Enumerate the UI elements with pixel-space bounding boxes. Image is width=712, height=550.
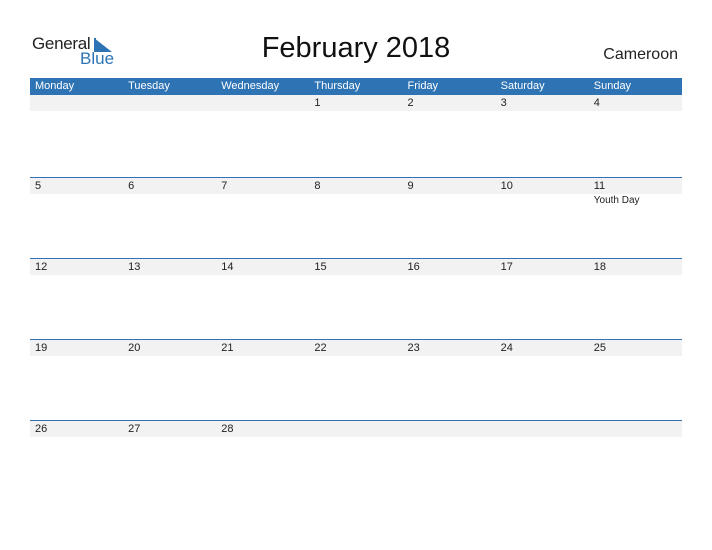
day-number: 7 [221,180,228,192]
event-row [30,111,682,112]
day-number: 15 [314,261,327,273]
holiday-label [309,275,402,276]
country-label: Cameroon [603,46,678,63]
holiday-label [30,111,123,112]
event-row [30,275,682,276]
holiday-label [589,275,682,276]
holiday-label [496,356,589,357]
holiday-label [30,437,123,438]
holiday-label [403,437,496,438]
day-number [309,421,402,437]
holiday-label [403,275,496,276]
holiday-label [309,437,402,438]
day-number: 22 [314,342,327,354]
day-number: 9 [407,180,414,192]
holiday-label [403,356,496,357]
day-number: 19 [35,342,48,354]
day-number: 17 [500,261,513,273]
holiday-label [216,194,309,207]
day-number: 28 [221,423,234,435]
day-number: 18 [593,261,606,273]
day-number [403,421,496,437]
weekday-friday: Friday [407,80,439,92]
holiday-label [123,275,216,276]
calendar-grid: Monday Tuesday Wednesday Thursday Friday… [30,78,682,501]
day-number-row: 5 6 7 8 9 10 11 [30,178,682,194]
holiday-label [30,194,123,207]
day-number: 5 [35,180,42,192]
holiday-label [123,194,216,207]
holiday-label [496,275,589,276]
day-number: 2 [407,97,414,109]
day-number: 10 [500,180,513,192]
day-number: 24 [500,342,513,354]
holiday-label [496,111,589,112]
day-number-row: 12 13 14 15 16 17 18 [30,259,682,275]
holiday-label [309,356,402,357]
weekday-saturday: Saturday [500,80,545,92]
holiday-label [30,275,123,276]
day-number: 26 [35,423,48,435]
day-number [216,95,309,111]
holiday-label [403,111,496,112]
holiday-label [123,437,216,438]
day-number [123,95,216,111]
holiday-label [309,111,402,112]
week-row: 1 2 3 4 [30,95,682,177]
holiday-label [30,356,123,357]
holiday-label [123,111,216,112]
day-number: 8 [314,180,321,192]
weekday-sunday: Sunday [593,80,632,92]
day-number: 6 [128,180,135,192]
day-number: 27 [128,423,141,435]
event-row [30,437,682,438]
holiday-label [123,356,216,357]
day-number: 12 [35,261,48,273]
holiday-label [589,356,682,357]
day-number-row: 19 20 21 22 23 24 25 [30,340,682,356]
day-number: 16 [407,261,420,273]
weekday-tuesday: Tuesday [128,80,170,92]
weekday-header: Monday Tuesday Wednesday Thursday Friday… [30,78,682,95]
holiday-label [496,194,589,207]
day-number: 23 [407,342,420,354]
day-number: 20 [128,342,141,354]
holiday-label [496,437,589,438]
holiday-label [216,275,309,276]
weekday-wednesday: Wednesday [221,80,280,92]
holiday-label: Youth Day [593,195,640,206]
day-number: 25 [593,342,606,354]
weekday-thursday: Thursday [314,80,361,92]
day-number: 11 [593,180,606,192]
day-number: 1 [314,97,321,109]
week-row: 12 13 14 15 16 17 18 [30,258,682,339]
holiday-label [403,194,496,207]
week-row: 5 6 7 8 9 10 11 Youth Day [30,177,682,258]
holiday-label [216,111,309,112]
day-number: 3 [500,97,507,109]
day-number-row: 1 2 3 4 [30,95,682,111]
week-row: 19 20 21 22 23 24 25 [30,339,682,420]
event-row: Youth Day [30,194,682,207]
holiday-label [216,437,309,438]
day-number [30,95,123,111]
weekday-monday: Monday [35,80,75,92]
day-number: 4 [593,97,600,109]
day-number: 21 [221,342,234,354]
day-number: 13 [128,261,141,273]
holiday-label [589,111,682,112]
day-number [496,421,589,437]
week-row: 26 27 28 [30,420,682,501]
day-number-row: 26 27 28 [30,421,682,437]
day-number [589,421,682,437]
event-row [30,356,682,357]
holiday-label [309,194,402,207]
holiday-label [216,356,309,357]
day-number: 14 [221,261,234,273]
holiday-label [589,437,682,438]
